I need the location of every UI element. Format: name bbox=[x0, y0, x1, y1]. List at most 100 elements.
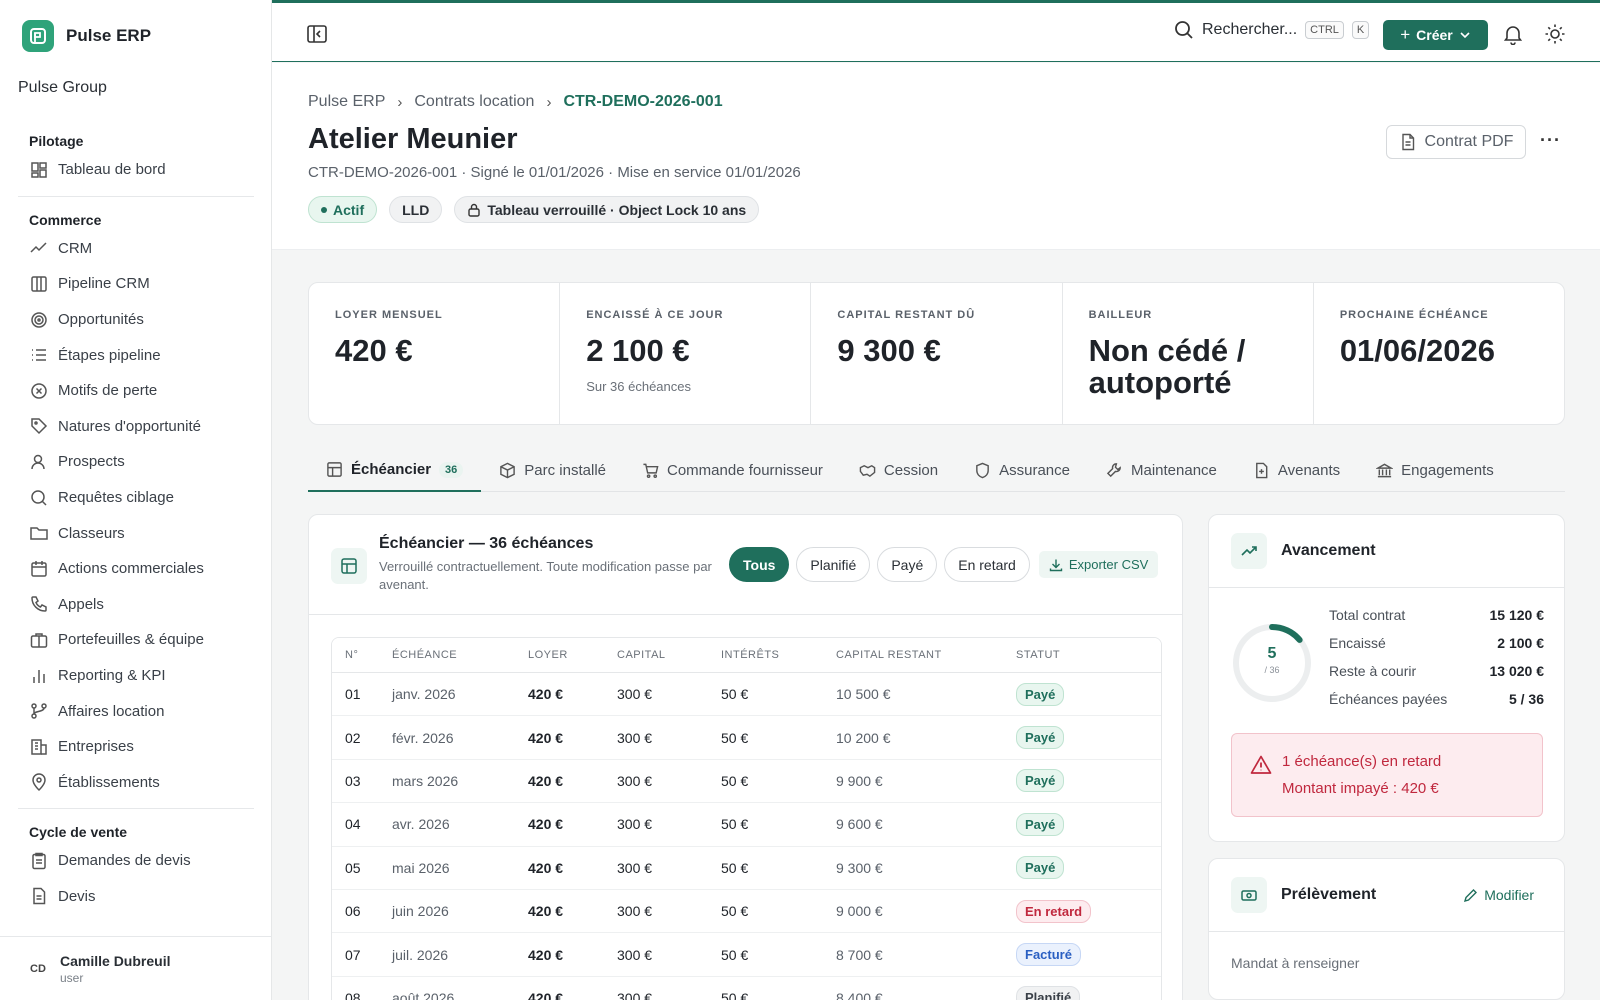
table-icon bbox=[331, 548, 367, 584]
sidebar-item[interactable]: Établissements bbox=[18, 765, 254, 801]
sidebar-item[interactable]: Requêtes ciblage bbox=[18, 480, 254, 516]
sidebar-item-label: Étapes pipeline bbox=[58, 346, 161, 364]
table-cell: 50 € bbox=[721, 816, 749, 833]
table-row[interactable]: 06 juin 2026 420 € 300 € 50 € 9 000 € En retar… bbox=[332, 890, 1161, 934]
filter-paid[interactable]: Payé bbox=[877, 547, 938, 582]
tab-7[interactable]: Engagements bbox=[1358, 449, 1512, 491]
columns-icon bbox=[29, 274, 49, 294]
tab-label: Avenants bbox=[1277, 461, 1341, 479]
sidebar-item[interactable]: Opportunités bbox=[18, 302, 254, 338]
schedule-title: Échéancier — 36 échéances bbox=[379, 535, 594, 552]
stat-sub: Sur 36 échéances bbox=[586, 379, 691, 394]
sidebar-item[interactable]: Classeurs bbox=[18, 515, 254, 551]
sidebar-item[interactable]: Entreprises bbox=[18, 729, 254, 765]
table-row[interactable]: 03 mars 2026 420 € 300 € 50 € 9 900 € Payé bbox=[332, 760, 1161, 804]
stat-label: LOYER MENSUEL bbox=[335, 309, 443, 321]
wrench-icon bbox=[1106, 462, 1123, 479]
user-menu[interactable]: CD Camille Dubreuil user bbox=[0, 936, 271, 1000]
table-cell: févr. 2026 bbox=[392, 729, 454, 746]
progress-stat-row: Total contrat 15 120 € bbox=[1329, 607, 1544, 623]
tab-2[interactable]: Commande fournisseur bbox=[624, 449, 841, 491]
tab-6[interactable]: Avenants bbox=[1235, 449, 1358, 491]
progress-stat-value: 15 120 € bbox=[1489, 607, 1545, 623]
sidebar-item[interactable]: Devis bbox=[18, 879, 254, 915]
org-switcher[interactable]: Pulse Group bbox=[18, 79, 107, 97]
type-badge: LLD bbox=[389, 196, 443, 223]
export-csv-button[interactable]: Exporter CSV bbox=[1038, 551, 1159, 578]
chevron-down-icon bbox=[1460, 32, 1470, 39]
table-cell: 9 600 € bbox=[836, 816, 883, 833]
column-header[interactable]: STATUT bbox=[1016, 649, 1156, 661]
search-trigger[interactable]: Rechercher... CTRL K bbox=[1174, 20, 1370, 40]
filter-all[interactable]: Tous bbox=[729, 547, 790, 582]
column-header[interactable]: LOYER bbox=[528, 649, 617, 661]
table-row[interactable]: 05 mai 2026 420 € 300 € 50 € 9 300 € Payé bbox=[332, 847, 1161, 890]
sidebar-item[interactable]: Demandes de devis bbox=[18, 843, 254, 879]
table-cell: 02 bbox=[345, 729, 361, 746]
sidebar-item[interactable]: Pipeline CRM bbox=[18, 266, 254, 302]
tab-5[interactable]: Maintenance bbox=[1088, 449, 1235, 491]
status-badge: Payé bbox=[1016, 726, 1065, 750]
handshake-icon bbox=[859, 462, 876, 479]
sidebar-item[interactable]: Reporting & KPI bbox=[18, 658, 254, 694]
page-header: Pulse ERP › Contrats location › CTR-DEMO… bbox=[272, 63, 1600, 250]
sidebar-item[interactable]: Natures d'opportunité bbox=[18, 409, 254, 445]
filter-planned[interactable]: Planifié bbox=[796, 547, 871, 582]
avatar: CD bbox=[30, 962, 46, 975]
table-cell: 50 € bbox=[721, 989, 749, 1000]
bell-icon[interactable] bbox=[1502, 23, 1524, 45]
sidebar-item[interactable]: Motifs de perte bbox=[18, 373, 254, 409]
sidebar-item-label: Classeurs bbox=[58, 524, 125, 542]
list-icon bbox=[29, 345, 49, 365]
brand[interactable]: Pulse ERP bbox=[22, 20, 151, 52]
column-header[interactable]: N° bbox=[332, 649, 392, 661]
tab-0[interactable]: Échéancier 36 bbox=[308, 449, 482, 492]
sidebar-item[interactable]: Appels bbox=[18, 587, 254, 623]
sidebar-item[interactable]: Affaires location bbox=[18, 693, 254, 729]
sidebar-item[interactable]: Actions commerciales bbox=[18, 551, 254, 587]
table-row[interactable]: 01 janv. 2026 420 € 300 € 50 € 10 500 € Payé bbox=[332, 673, 1161, 717]
create-button[interactable]: + Créer bbox=[1383, 20, 1488, 50]
sidebar-item[interactable]: Portefeuilles & équipe bbox=[18, 622, 254, 658]
sidebar-nav: Pilotage Tableau de bord Commerce CRM Pipeli… bbox=[18, 130, 254, 914]
table-row[interactable]: 02 févr. 2026 420 € 300 € 50 € 10 200 € Payé bbox=[332, 716, 1161, 760]
contract-pdf-button[interactable]: Contrat PDF bbox=[1386, 125, 1526, 159]
sidebar-item[interactable]: Étapes pipeline bbox=[18, 337, 254, 373]
table-row[interactable]: 08 août 2026 420 € 300 € 50 € 8 400 € Planifié bbox=[332, 977, 1161, 1000]
page-subtitle: CTR-DEMO-2026-001 · Signé le 01/01/2026 … bbox=[308, 164, 801, 181]
breadcrumb-item[interactable]: Contrats location bbox=[414, 93, 534, 111]
sidebar-item[interactable]: Prospects bbox=[18, 444, 254, 480]
status-badge: Facturé bbox=[1016, 943, 1081, 967]
table-cell: 07 bbox=[345, 946, 361, 963]
stat-label: CAPITAL RESTANT DÛ bbox=[837, 309, 976, 321]
table-cell: 9 300 € bbox=[836, 859, 883, 876]
table-cell: 01 bbox=[345, 686, 361, 703]
edit-button[interactable]: Modifier bbox=[1463, 887, 1534, 903]
column-header[interactable]: CAPITAL bbox=[617, 649, 721, 661]
more-actions-button[interactable]: ··· bbox=[1540, 130, 1561, 151]
sidebar-item[interactable]: CRM bbox=[18, 231, 254, 267]
filter-late[interactable]: En retard bbox=[944, 547, 1030, 582]
sidebar-item[interactable]: Tableau de bord bbox=[18, 152, 254, 188]
topbar: Rechercher... CTRL K + Créer bbox=[272, 0, 1600, 62]
status-cell: Facturé bbox=[1016, 943, 1156, 967]
edit-label: Modifier bbox=[1484, 887, 1534, 903]
progress-stat-label: Total contrat bbox=[1329, 607, 1406, 623]
tab-1[interactable]: Parc installé bbox=[481, 449, 624, 491]
table-row[interactable]: 04 avr. 2026 420 € 300 € 50 € 9 600 € Payé bbox=[332, 803, 1161, 847]
plus-icon: + bbox=[1400, 25, 1411, 44]
tab-3[interactable]: Cession bbox=[841, 449, 956, 491]
table-cell: juin 2026 bbox=[392, 903, 449, 920]
table-row[interactable]: 07 juil. 2026 420 € 300 € 50 € 8 700 € Facturé bbox=[332, 933, 1161, 977]
x-circle-icon bbox=[29, 381, 49, 401]
tab-4[interactable]: Assurance bbox=[956, 449, 1088, 491]
direct-debit-title: Prélèvement bbox=[1281, 886, 1377, 903]
breadcrumb-item[interactable]: Pulse ERP bbox=[308, 93, 385, 111]
sidebar-toggle-icon[interactable] bbox=[306, 23, 328, 45]
column-header[interactable]: ÉCHÉANCE bbox=[392, 649, 528, 661]
sidebar-item-label: Natures d'opportunité bbox=[58, 417, 201, 435]
stat-label: ENCAISSÉ À CE JOUR bbox=[586, 309, 724, 321]
theme-toggle-icon[interactable] bbox=[1544, 23, 1566, 45]
column-header[interactable]: CAPITAL RESTANT bbox=[836, 649, 1016, 661]
column-header[interactable]: INTÉRÊTS bbox=[721, 649, 836, 661]
